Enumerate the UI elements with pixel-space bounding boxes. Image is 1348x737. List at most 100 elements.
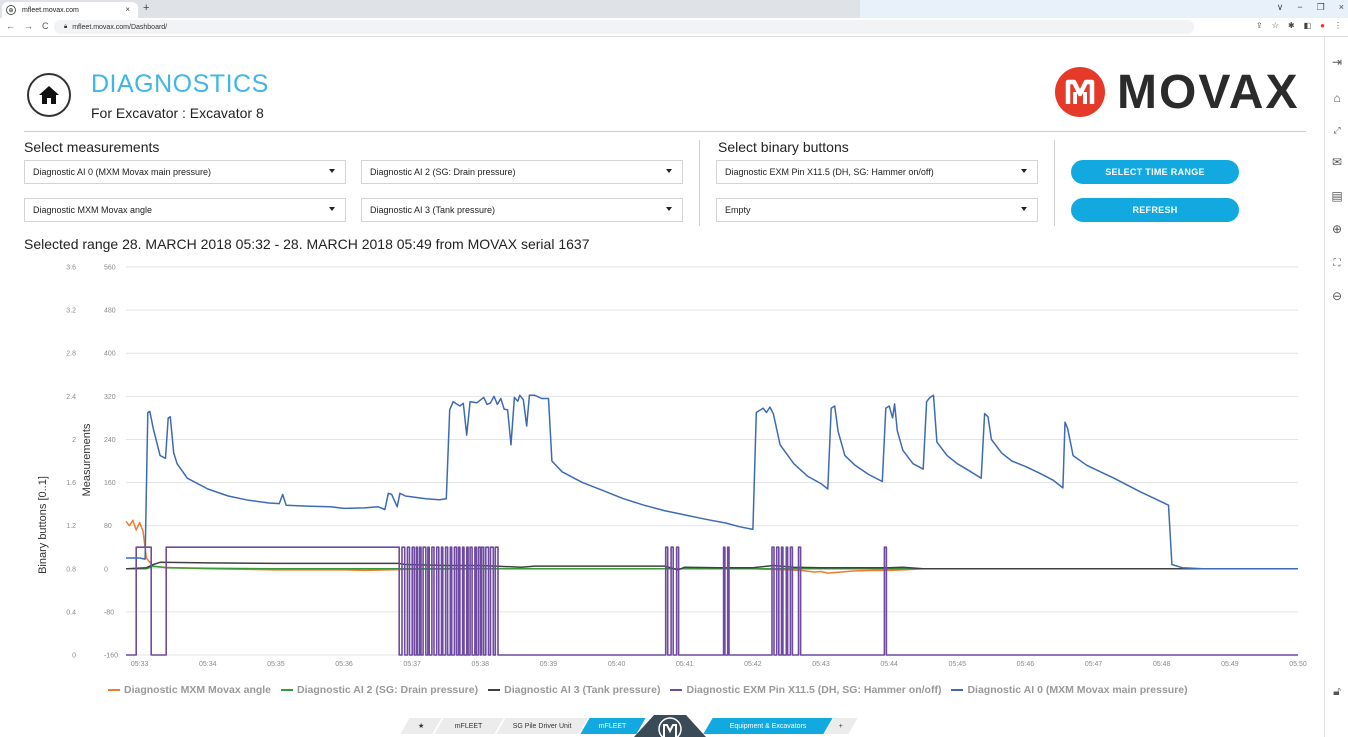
select-time-range-button[interactable]: SELECT TIME RANGE <box>1071 160 1239 184</box>
chart-ticks: -160 0 -80 0.4 0 0.8 80 1.2 160 1.6 240 2 320 2.4 400 2… <box>66 265 1307 669</box>
footer-tab-sg-pile-driver-label: SG Pile Driver Unit <box>512 722 572 730</box>
feedback-icon[interactable]: ✉ <box>1330 155 1344 169</box>
y-axis-label-measurements: Measurements <box>81 423 93 496</box>
sidepanel-icon[interactable]: ◧ <box>1304 21 1312 30</box>
restore-button[interactable]: ❐ <box>1317 2 1325 13</box>
bookmark-star-icon[interactable]: ☆ <box>1272 21 1279 30</box>
section-divider <box>699 140 700 226</box>
browser-tab[interactable]: ⊕ mfleet.movax.com × <box>2 2 138 18</box>
y-tick-binary: 1.2 <box>66 523 76 530</box>
measurement-select-2[interactable]: Diagnostic AI 2 (SG: Drain pressure) <box>361 160 683 184</box>
y-tick-binary: 0.8 <box>66 566 76 573</box>
footer-tab-sg-pile-driver[interactable]: SG Pile Driver Unit <box>496 718 588 734</box>
refresh-button[interactable]: REFRESH <box>1071 198 1239 222</box>
measurement-select-4[interactable]: Diagnostic AI 3 (Tank pressure) <box>361 198 683 222</box>
legend-item[interactable]: Diagnostic EXM Pin X11.5 (DH, SG: Hammer… <box>670 684 941 696</box>
y-tick-binary: 2 <box>72 437 76 444</box>
chart-grid <box>126 266 1298 656</box>
footer-tab-equipment-label: Equipment & Excavators <box>729 722 807 730</box>
legend-label: Diagnostic AI 3 (Tank pressure) <box>504 684 661 696</box>
x-tick: 05:34 <box>199 661 217 668</box>
footer-tab-mfleet-active-label: mFLEET <box>599 722 627 730</box>
page-subtitle: For Excavator : Excavator 8 <box>91 105 264 121</box>
binary-select-1[interactable]: Diagnostic EXM Pin X11.5 (DH, SG: Hammer… <box>716 160 1038 184</box>
y-tick-measurement: -160 <box>104 653 118 660</box>
y-tick-measurement: 240 <box>104 437 116 444</box>
tab-search-icon[interactable]: ∨ <box>1277 2 1284 13</box>
x-tick: 05:40 <box>608 661 626 668</box>
tabbar-highlight <box>860 0 1348 18</box>
lock-screen-icon[interactable]: 🔓︎ <box>1330 684 1344 698</box>
x-tick: 05:49 <box>1221 661 1239 668</box>
footer-add-tab-label: + <box>838 722 844 730</box>
y-tick-binary: 2.4 <box>66 394 76 401</box>
home-button[interactable] <box>27 73 71 117</box>
legend-label: Diagnostic MXM Movax angle <box>124 684 272 696</box>
zoom-in-icon[interactable]: ⊕ <box>1330 222 1344 236</box>
forward-button[interactable]: → <box>24 21 33 31</box>
y-tick-binary: 0 <box>72 653 76 660</box>
measurement-select-1[interactable]: Diagnostic AI 0 (MXM Movax main pressure… <box>24 160 346 184</box>
sign-in-icon[interactable]: ⇥ <box>1330 55 1344 69</box>
y-tick-measurement: 480 <box>104 308 116 315</box>
footer-movax-emblem[interactable] <box>634 715 706 737</box>
movax-extension-icon[interactable]: ● <box>1320 21 1325 30</box>
close-window-button[interactable]: × <box>1339 2 1344 13</box>
x-tick: 05:45 <box>949 661 967 668</box>
fullscreen-icon[interactable]: ⛶ <box>1330 256 1344 270</box>
binary-select-2[interactable]: Empty <box>716 198 1038 222</box>
measurement-select-3-value: Diagnostic MXM Movax angle <box>33 205 153 215</box>
y-axis-label-binary: Binary buttons [0..1] <box>37 476 49 574</box>
lock-icon: 🔒︎ <box>64 23 68 30</box>
series-line <box>126 394 1298 570</box>
url-text: mfleet.movax.com/Dashboard/ <box>72 23 168 31</box>
y-tick-binary: 0.4 <box>66 609 76 616</box>
movax-wordmark: MOVAX <box>1117 65 1300 119</box>
share-icon[interactable]: ⇪ <box>1256 21 1263 30</box>
y-tick-measurement: 80 <box>104 523 112 530</box>
legend-item[interactable]: Diagnostic AI 0 (MXM Movax main pressure… <box>951 684 1188 696</box>
movax-logo: MOVAX <box>1055 65 1300 119</box>
legend-item[interactable]: Diagnostic MXM Movax angle <box>108 684 271 696</box>
legend-item[interactable]: Diagnostic AI 3 (Tank pressure) <box>488 684 660 696</box>
x-tick: 05:46 <box>1017 661 1035 668</box>
minimize-button[interactable]: − <box>1297 2 1302 13</box>
address-bar: ← → C 🔒︎ mfleet.movax.com/Dashboard/ ⇪ ☆… <box>0 18 1348 37</box>
reload-button[interactable]: C <box>42 21 49 31</box>
new-tab-button[interactable]: + <box>143 2 149 14</box>
clipboard-icon[interactable]: ▤ <box>1330 189 1344 203</box>
home-icon[interactable]: ⌂ <box>1330 91 1344 105</box>
chevron-down-icon <box>666 207 672 211</box>
x-tick: 05:47 <box>1085 661 1103 668</box>
menu-icon[interactable]: ⋮ <box>1334 21 1342 30</box>
x-tick: 05:44 <box>880 661 898 668</box>
x-tick: 05:43 <box>812 661 830 668</box>
footer-tab-mfleet[interactable]: mFLEET <box>434 718 504 734</box>
binary-label: Select binary buttons <box>718 139 849 155</box>
chevron-down-icon <box>329 169 335 173</box>
tab-title: mfleet.movax.com <box>22 6 79 14</box>
browser-tabbar: ⊕ mfleet.movax.com × + ∨ − ❐ × <box>0 0 1348 18</box>
home-icon <box>39 86 59 104</box>
y-tick-measurement: 160 <box>104 480 116 487</box>
measurement-select-3[interactable]: Diagnostic MXM Movax angle <box>24 198 346 222</box>
expand-icon[interactable]: ⤢ <box>1330 123 1344 137</box>
star-icon: ★ <box>417 723 425 730</box>
zoom-out-icon[interactable]: ⊖ <box>1330 289 1344 303</box>
extensions-icon[interactable]: ✱ <box>1288 21 1295 30</box>
footer-tab-equipment[interactable]: Equipment & Excavators <box>703 718 833 734</box>
x-tick: 05:33 <box>131 661 149 668</box>
x-tick: 05:39 <box>540 661 558 668</box>
close-tab-icon[interactable]: × <box>125 5 130 14</box>
x-tick: 05:41 <box>676 661 694 668</box>
y-tick-measurement: 0 <box>104 566 108 573</box>
legend-item[interactable]: Diagnostic AI 2 (SG: Drain pressure) <box>281 684 478 696</box>
measurement-select-2-value: Diagnostic AI 2 (SG: Drain pressure) <box>370 167 516 177</box>
x-tick: 05:38 <box>472 661 490 668</box>
binary-select-1-value: Diagnostic EXM Pin X11.5 (DH, SG: Hammer… <box>725 167 934 177</box>
url-field[interactable]: 🔒︎ mfleet.movax.com/Dashboard/ <box>54 20 1194 34</box>
chevron-down-icon <box>666 169 672 173</box>
back-button[interactable]: ← <box>6 21 15 31</box>
legend-swatch <box>108 689 120 691</box>
y-tick-binary: 3.6 <box>66 265 76 272</box>
